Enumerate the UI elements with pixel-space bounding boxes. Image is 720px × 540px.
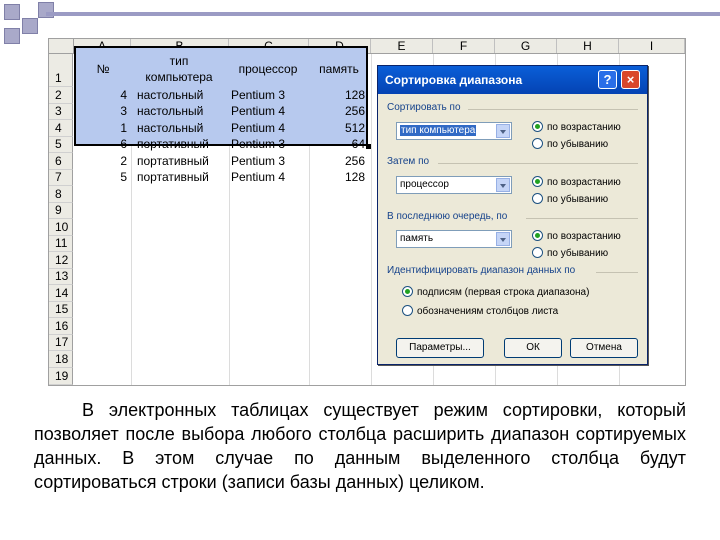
selection-border	[74, 46, 368, 146]
row-header[interactable]: 14	[49, 285, 73, 302]
radio-icon	[402, 305, 413, 316]
radio-selected-icon	[532, 176, 543, 187]
last-by-label: В последнюю очередь, по	[387, 211, 508, 222]
radio-label: по убыванию	[547, 248, 609, 260]
help-icon: ?	[603, 72, 612, 87]
row-header[interactable]: 12	[49, 252, 73, 269]
radio-selected-icon	[402, 286, 413, 297]
table-cell-type[interactable]: портативный	[134, 153, 228, 169]
row-header[interactable]: 17	[49, 335, 73, 351]
identify-by-labels-radio[interactable]: подписям (первая строка диапазона)	[402, 286, 590, 299]
dialog-title: Сортировка диапазона	[385, 73, 523, 87]
sort-by-label: Сортировать по	[387, 102, 461, 113]
then-by-label: Затем по	[387, 156, 430, 167]
ok-button[interactable]: ОК	[504, 338, 562, 358]
close-icon: ×	[626, 72, 635, 87]
then-by-descending-radio[interactable]: по убыванию	[532, 193, 609, 206]
slide-body-text: В электронных таблицах существует режим …	[34, 398, 686, 494]
divider	[596, 272, 638, 273]
identify-range-label: Идентифицировать диапазон данных по	[387, 265, 576, 276]
table-cell-memory[interactable]: 128	[310, 169, 368, 185]
column-header-e[interactable]: E	[371, 39, 433, 53]
select-all-corner[interactable]	[49, 39, 74, 53]
body-paragraph: В электронных таблицах существует режим …	[34, 400, 686, 492]
then-by-dropdown[interactable]: процессор	[396, 176, 512, 194]
row-header[interactable]: 13	[49, 269, 73, 285]
table-cell-number[interactable]: 5	[76, 169, 130, 185]
radio-label: по убыванию	[547, 139, 609, 151]
radio-icon	[532, 138, 543, 149]
row-header[interactable]: 19	[49, 368, 73, 385]
divider	[438, 163, 638, 164]
row-header[interactable]: 16	[49, 318, 73, 335]
radio-label: по возрастанию	[547, 231, 621, 243]
sort-by-ascending-radio[interactable]: по возрастанию	[532, 121, 621, 134]
divider	[468, 109, 638, 110]
row-header[interactable]: 2	[49, 87, 73, 104]
parameters-button[interactable]: Параметры...	[396, 338, 484, 358]
row-header[interactable]: 10	[49, 219, 73, 236]
radio-label: по возрастанию	[547, 177, 621, 189]
table-cell-processor[interactable]: Pentium 4	[228, 169, 308, 185]
radio-selected-icon	[532, 121, 543, 132]
close-button[interactable]: ×	[621, 70, 640, 89]
row-header[interactable]: 4	[49, 120, 73, 137]
row-header[interactable]: 11	[49, 236, 73, 252]
table-cell-type[interactable]: портативный	[134, 169, 228, 185]
table-cell-processor[interactable]: Pentium 3	[228, 153, 308, 169]
then-by-value: процессор	[400, 179, 449, 190]
row-header[interactable]: 1	[49, 54, 73, 87]
radio-label: по убыванию	[547, 194, 609, 206]
sort-by-dropdown[interactable]: тип компьютера	[396, 122, 512, 140]
sort-dialog: Сортировка диапазона ? × Сортировать по …	[377, 65, 648, 365]
column-header-i[interactable]: I	[619, 39, 685, 53]
last-by-ascending-radio[interactable]: по возрастанию	[532, 230, 621, 243]
divider	[526, 218, 638, 219]
identify-by-designations-radio[interactable]: обозначениям столбцов листа	[402, 305, 559, 318]
fill-handle[interactable]	[366, 144, 371, 149]
column-header-g[interactable]: G	[495, 39, 557, 53]
row-header[interactable]: 7	[49, 170, 73, 186]
row-header[interactable]: 8	[49, 186, 73, 203]
radio-selected-icon	[532, 230, 543, 241]
row-header[interactable]: 6	[49, 153, 73, 170]
chevron-down-icon[interactable]	[496, 178, 510, 192]
column-header-f[interactable]: F	[433, 39, 495, 53]
last-by-descending-radio[interactable]: по убыванию	[532, 247, 609, 260]
dialog-titlebar[interactable]: Сортировка диапазона ? ×	[378, 66, 647, 94]
table-cell-number[interactable]: 2	[76, 153, 130, 169]
last-by-value: память	[400, 233, 434, 244]
sort-by-descending-radio[interactable]: по убыванию	[532, 138, 609, 151]
sort-by-value: тип компьютера	[400, 125, 477, 136]
column-header-h[interactable]: H	[557, 39, 619, 53]
chevron-down-icon[interactable]	[496, 124, 510, 138]
last-by-dropdown[interactable]: память	[396, 230, 512, 248]
row-header[interactable]: 15	[49, 302, 73, 318]
radio-label: обозначениям столбцов листа	[417, 306, 559, 318]
then-by-ascending-radio[interactable]: по возрастанию	[532, 176, 621, 189]
row-header[interactable]: 3	[49, 104, 73, 120]
radio-label: подписям (первая строка диапазона)	[417, 287, 590, 299]
chevron-down-icon[interactable]	[496, 232, 510, 246]
table-cell-memory[interactable]: 256	[310, 153, 368, 169]
radio-icon	[532, 193, 543, 204]
row-header[interactable]: 9	[49, 203, 73, 219]
row-header[interactable]: 18	[49, 351, 73, 368]
radio-icon	[532, 247, 543, 258]
slide-top-line	[46, 12, 720, 16]
cancel-button[interactable]: Отмена	[570, 338, 638, 358]
help-button[interactable]: ?	[598, 70, 617, 89]
radio-label: по возрастанию	[547, 122, 621, 134]
row-header[interactable]: 5	[49, 137, 73, 153]
